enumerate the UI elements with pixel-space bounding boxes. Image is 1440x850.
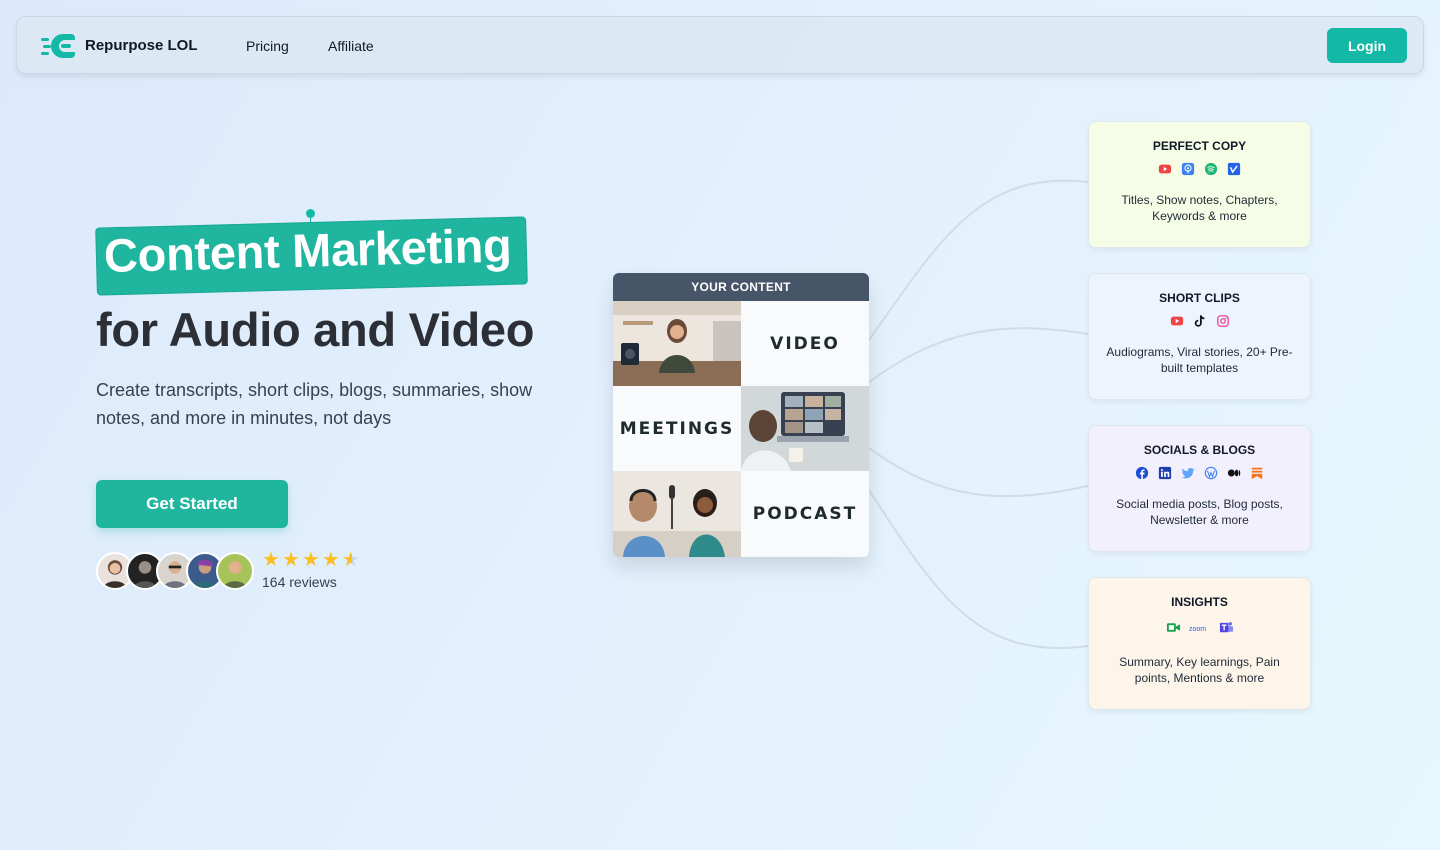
feature-card-perfect-copy: PERFECT COPY Titles, Show notes, Chapter… <box>1088 121 1311 248</box>
top-navbar: Repurpose LOL Pricing Affiliate Login <box>16 16 1424 74</box>
meetings-photo <box>741 386 869 471</box>
video-label: VIDEO <box>741 301 869 386</box>
twitter-icon <box>1181 465 1196 480</box>
teams-icon <box>1219 620 1234 635</box>
meetings-label: MEETINGS <box>613 386 741 471</box>
google-meet-icon <box>1166 620 1181 635</box>
wordpress-icon <box>1204 465 1219 480</box>
rating-stars: ★ ★ ★ ★ ★ <box>262 550 360 570</box>
substack-icon <box>1250 465 1265 480</box>
apple-podcasts-icon <box>1181 161 1196 176</box>
headline-main: for Audio and Video <box>96 303 535 356</box>
video-photo <box>613 301 741 386</box>
your-content-card: YOUR CONTENT VIDEO MEETINGS PODCAST <box>613 273 869 557</box>
platform-icons: zoom <box>1089 620 1310 635</box>
feature-card-socials-blogs: SOCIALS & BLOGS Social media posts, Blog… <box>1088 425 1311 552</box>
platform-icons <box>1089 161 1310 176</box>
brand-name[interactable]: Repurpose LOL <box>85 37 198 54</box>
feature-card-insights: INSIGHTS zoom Summary, Key learnings, Pa… <box>1088 577 1311 710</box>
avatar <box>216 552 254 590</box>
reviewer-avatars <box>96 552 256 592</box>
vimeo-icon <box>1227 161 1242 176</box>
feature-description: Summary, Key learnings, Pain points, Men… <box>1119 655 1280 685</box>
tiktok-icon <box>1192 313 1207 328</box>
get-started-button[interactable]: Get Started <box>96 480 288 528</box>
facebook-icon <box>1135 465 1150 480</box>
hero-subtitle: Create transcripts, short clips, blogs, … <box>96 380 533 428</box>
feature-title: INSIGHTS <box>1171 595 1228 609</box>
youtube-icon <box>1169 313 1184 328</box>
your-content-header: YOUR CONTENT <box>613 273 869 301</box>
nav-link-affiliate[interactable]: Affiliate <box>328 38 374 54</box>
star-icon: ★ <box>321 549 340 571</box>
youtube-icon <box>1158 161 1173 176</box>
podcast-photo <box>613 471 741 557</box>
half-star-icon: ★ <box>341 549 360 571</box>
feature-title: SHORT CLIPS <box>1159 291 1240 305</box>
medium-icon <box>1227 465 1242 480</box>
star-icon: ★ <box>301 549 320 571</box>
feature-description: Social media posts, Blog posts, Newslett… <box>1116 497 1283 527</box>
podcast-label: PODCAST <box>741 471 869 557</box>
feature-title: SOCIALS & BLOGS <box>1143 443 1256 457</box>
spotify-icon <box>1204 161 1219 176</box>
platform-icons <box>1089 465 1310 480</box>
login-button[interactable]: Login <box>1327 28 1407 63</box>
zoom-icon: zoom <box>1189 620 1211 635</box>
feature-description: Audiograms, Viral stories, 20+ Pre-built… <box>1106 345 1293 375</box>
svg-text:zoom: zoom <box>1189 626 1206 633</box>
headline-highlight: Content Marketing <box>103 218 513 282</box>
repurpose-logo-icon[interactable] <box>41 32 77 60</box>
star-icon: ★ <box>262 549 280 571</box>
star-icon: ★ <box>281 549 300 571</box>
feature-title: PERFECT COPY <box>1152 139 1247 153</box>
feature-card-short-clips: SHORT CLIPS Audiograms, Viral stories, 2… <box>1088 273 1311 400</box>
linkedin-icon <box>1158 465 1173 480</box>
nav-link-pricing[interactable]: Pricing <box>246 38 289 54</box>
platform-icons <box>1089 313 1310 328</box>
instagram-icon <box>1215 313 1230 328</box>
reviews-count: 164 reviews <box>262 574 337 590</box>
feature-description: Titles, Show notes, Chapters, Keywords &… <box>1121 193 1278 223</box>
